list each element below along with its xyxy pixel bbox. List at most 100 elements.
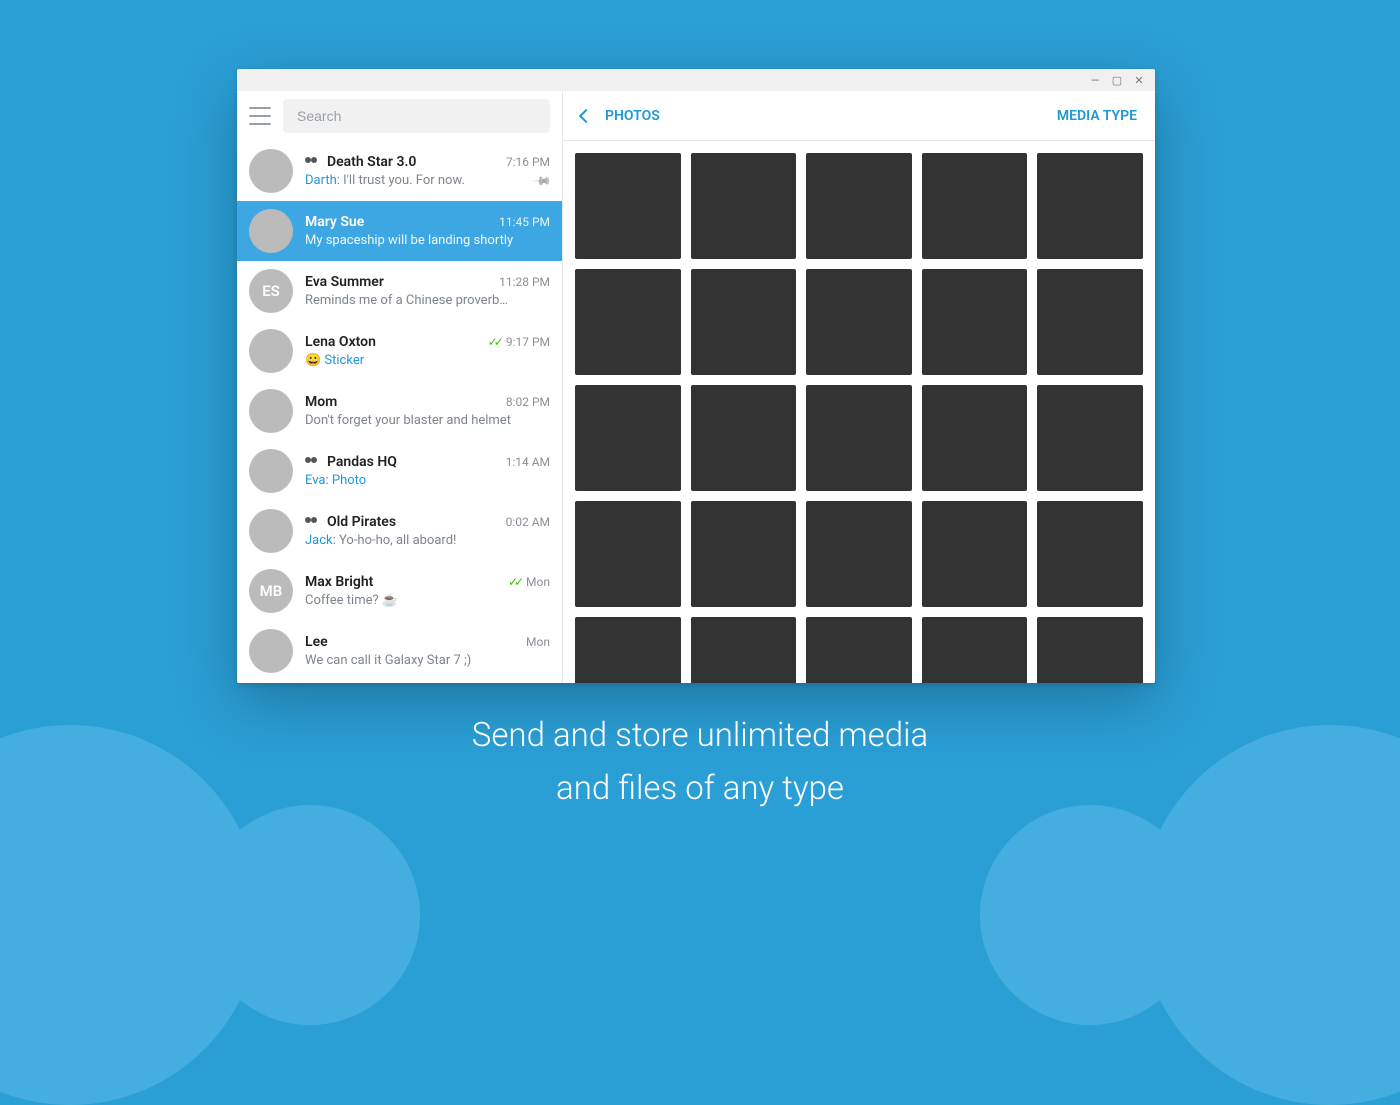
media-thumbnail[interactable] <box>1037 153 1143 259</box>
media-thumbnail[interactable] <box>1037 385 1143 491</box>
chat-name: Lee <box>305 634 328 650</box>
chat-preview: Jack: Yo-ho-ho, all aboard! <box>305 533 550 548</box>
chat-item-max-bright[interactable]: MB Max Bright ✓✓Mon Coffee time? ☕ <box>237 561 562 621</box>
pin-icon: 📌 <box>532 170 552 190</box>
avatar <box>249 389 293 433</box>
media-type-button[interactable]: MEDIA TYPE <box>1057 108 1137 124</box>
chat-item-old-pirates[interactable]: Old Pirates 0:02 AM Jack: Yo-ho-ho, all ab… <box>237 501 562 561</box>
media-thumbnail[interactable] <box>575 617 681 683</box>
media-thumbnail[interactable] <box>575 501 681 607</box>
media-thumbnail[interactable] <box>691 269 797 375</box>
chat-name: Old Pirates <box>305 514 396 530</box>
chat-preview: We can call it Galaxy Star 7 ;) <box>305 653 550 668</box>
chat-preview: Reminds me of a Chinese proverb… <box>305 293 550 308</box>
group-icon <box>305 157 321 167</box>
avatar <box>249 509 293 553</box>
window-maximize-button[interactable]: ▢ <box>1111 74 1123 86</box>
chat-name: Max Bright <box>305 574 373 590</box>
window-minimize-button[interactable]: — <box>1089 74 1101 86</box>
media-header: PHOTOS MEDIA TYPE <box>563 91 1155 141</box>
chat-preview: Eva: Photo <box>305 473 550 488</box>
chat-item-mary-sue[interactable]: Mary Sue 11:45 PM My spaceship will be lan… <box>237 201 562 261</box>
chat-item-death-star[interactable]: Death Star 3.0 7:16 PM Darth: I'll trust y… <box>237 141 562 201</box>
chat-item-pandas-hq[interactable]: Pandas HQ 1:14 AM Eva: Photo <box>237 441 562 501</box>
avatar: ES <box>249 269 293 313</box>
read-checks-icon: ✓✓ <box>488 335 500 349</box>
sidebar-header <box>237 91 562 141</box>
emoji-icon: 😀 <box>305 353 324 368</box>
chat-time: 7:16 PM <box>506 155 550 169</box>
chat-preview: 😀 Sticker <box>305 353 550 368</box>
chat-item-eva-summer[interactable]: ES Eva Summer 11:28 PM Reminds me of a Chin… <box>237 261 562 321</box>
chat-time: 11:28 PM <box>499 275 550 289</box>
media-thumbnail[interactable] <box>575 269 681 375</box>
media-thumbnail[interactable] <box>922 269 1028 375</box>
avatar <box>249 209 293 253</box>
chat-item-lee[interactable]: Lee Mon We can call it Galaxy Star 7 ;) <box>237 621 562 681</box>
avatar <box>249 629 293 673</box>
chat-time: 0:02 AM <box>506 515 550 529</box>
chat-name: Pandas HQ <box>305 454 397 470</box>
media-thumbnail[interactable] <box>922 501 1028 607</box>
media-thumbnail[interactable] <box>806 153 912 259</box>
chat-preview: My spaceship will be landing shortly <box>305 233 550 248</box>
chat-name: Mom <box>305 394 337 410</box>
promo-caption-line2: and files of any type <box>0 763 1400 816</box>
chat-item-lena-oxton[interactable]: Lena Oxton ✓✓9:17 PM 😀 Sticker <box>237 321 562 381</box>
media-thumbnail[interactable] <box>1037 617 1143 683</box>
media-thumbnail[interactable] <box>691 153 797 259</box>
media-thumbnail[interactable] <box>922 617 1028 683</box>
chat-name: Mary Sue <box>305 214 364 230</box>
media-thumbnail[interactable] <box>806 385 912 491</box>
chat-sender: Darth: <box>305 173 340 188</box>
media-thumbnail[interactable] <box>806 501 912 607</box>
back-icon[interactable] <box>579 108 593 122</box>
chat-sender: Eva: <box>305 473 329 488</box>
chat-name: Lena Oxton <box>305 334 376 350</box>
chat-name: Eva Summer <box>305 274 384 290</box>
chat-preview: Darth: I'll trust you. For now. <box>305 173 527 188</box>
media-thumbnail[interactable] <box>575 385 681 491</box>
chat-time: 11:45 PM <box>499 215 550 229</box>
media-title: PHOTOS <box>605 108 660 124</box>
avatar: MB <box>249 569 293 613</box>
menu-icon[interactable] <box>249 107 271 125</box>
media-thumbnail[interactable] <box>922 385 1028 491</box>
group-icon <box>305 457 321 467</box>
window-titlebar: — ▢ ✕ <box>237 69 1155 91</box>
avatar <box>249 149 293 193</box>
media-panel: PHOTOS MEDIA TYPE <box>563 91 1155 683</box>
avatar <box>249 449 293 493</box>
media-thumbnail[interactable] <box>806 269 912 375</box>
media-thumbnail[interactable] <box>806 617 912 683</box>
media-thumbnail[interactable] <box>922 153 1028 259</box>
media-thumbnail[interactable] <box>691 501 797 607</box>
group-icon <box>305 517 321 527</box>
decor-cloud <box>980 805 1200 1025</box>
decor-cloud <box>200 805 420 1025</box>
promo-caption-line1: Send and store unlimited media <box>0 710 1400 763</box>
chat-time: ✓✓Mon <box>508 575 550 589</box>
chat-time: 1:14 AM <box>506 455 550 469</box>
avatar <box>249 329 293 373</box>
chat-time: 8:02 PM <box>506 395 550 409</box>
sidebar: Death Star 3.0 7:16 PM Darth: I'll trust y… <box>237 91 563 683</box>
chat-preview: Coffee time? ☕ <box>305 593 550 608</box>
media-grid <box>563 141 1155 683</box>
chat-sender: Jack: <box>305 533 336 548</box>
chat-item-mom[interactable]: Mom 8:02 PM Don't forget your blaster and … <box>237 381 562 441</box>
chat-preview: Don't forget your blaster and helmet <box>305 413 550 428</box>
media-thumbnail[interactable] <box>1037 269 1143 375</box>
media-thumbnail[interactable] <box>691 617 797 683</box>
media-thumbnail[interactable] <box>575 153 681 259</box>
read-checks-icon: ✓✓ <box>508 575 520 589</box>
chat-list: Death Star 3.0 7:16 PM Darth: I'll trust y… <box>237 141 562 683</box>
chat-time: ✓✓9:17 PM <box>488 335 550 349</box>
promo-caption: Send and store unlimited media and files… <box>0 710 1400 816</box>
chat-name: Death Star 3.0 <box>305 154 416 170</box>
window-close-button[interactable]: ✕ <box>1133 74 1145 86</box>
media-thumbnail[interactable] <box>1037 501 1143 607</box>
chat-time: Mon <box>526 635 550 649</box>
media-thumbnail[interactable] <box>691 385 797 491</box>
search-input[interactable] <box>283 99 550 133</box>
